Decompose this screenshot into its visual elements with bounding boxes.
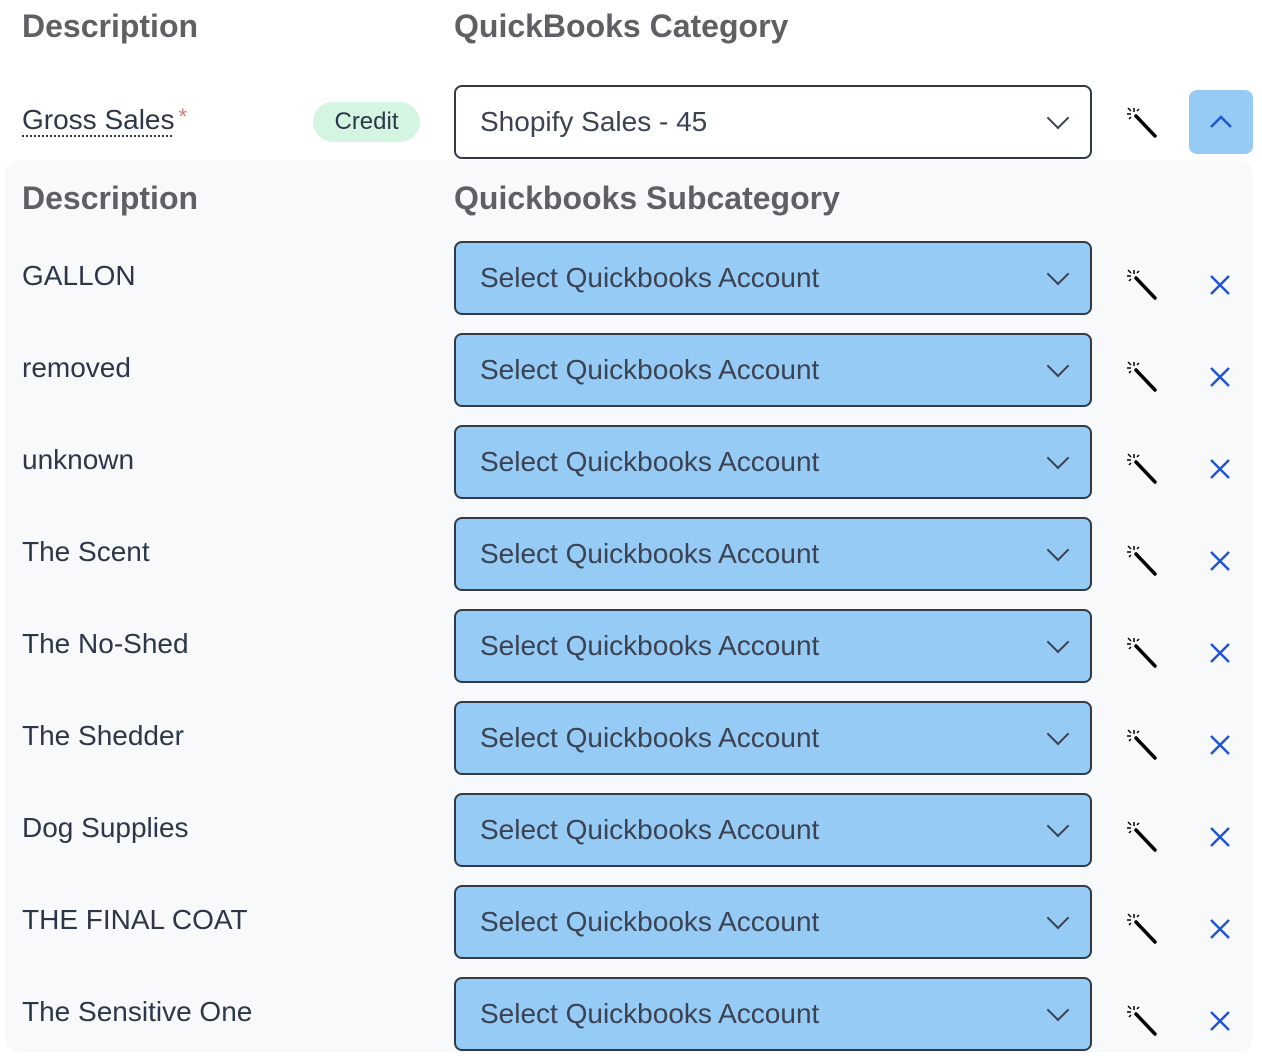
subcategory-row-label: removed (22, 352, 131, 383)
remove-icon[interactable] (1208, 825, 1232, 849)
magic-wand-icon[interactable] (1124, 1002, 1160, 1038)
magic-wand-icon[interactable] (1124, 726, 1160, 762)
subcategory-row-label: GALLON (22, 260, 136, 291)
chevron-down-icon (1046, 722, 1070, 746)
chevron-up-icon (1210, 115, 1232, 128)
subcategory-header: Quickbooks Subcategory (454, 180, 840, 216)
subcategory-select-value: Select Quickbooks Account (480, 446, 820, 477)
subcategory-row-label: unknown (22, 444, 135, 475)
subcategory-row-label: The Shedder (22, 720, 184, 751)
subcategory-select[interactable]: Select Quickbooks Account (454, 793, 1092, 867)
credit-badge: Credit (313, 102, 420, 142)
magic-wand-icon[interactable] (1124, 450, 1160, 486)
sub-description-header: Description (22, 180, 199, 216)
subcategory-select[interactable]: Select Quickbooks Account (454, 241, 1092, 315)
magic-wand-icon[interactable] (1124, 542, 1160, 578)
magic-wand-icon[interactable] (1124, 104, 1160, 140)
chevron-down-icon (1046, 814, 1070, 838)
subcategory-select[interactable]: Select Quickbooks Account (454, 701, 1092, 775)
subcategory-select[interactable]: Select Quickbooks Account (454, 333, 1092, 407)
required-mark: * (178, 104, 188, 129)
subcategory-row-label: THE FINAL COAT (22, 904, 248, 935)
subcategory-select-value: Select Quickbooks Account (480, 722, 820, 753)
chevron-down-icon (1046, 354, 1070, 378)
magic-wand-icon[interactable] (1124, 358, 1160, 394)
gross-sales-label: Gross Sales * (22, 104, 187, 136)
chevron-down-icon (1046, 630, 1070, 654)
magic-wand-icon[interactable] (1124, 266, 1160, 302)
magic-wand-icon[interactable] (1124, 818, 1160, 854)
chevron-down-icon (1046, 998, 1070, 1022)
subcategory-row-label: The Scent (22, 536, 150, 567)
magic-wand-icon[interactable] (1124, 910, 1160, 946)
subcategory-select-value: Select Quickbooks Account (480, 354, 820, 385)
remove-icon[interactable] (1208, 457, 1232, 481)
remove-icon[interactable] (1208, 1009, 1232, 1033)
remove-icon[interactable] (1208, 641, 1232, 665)
description-header: Description (22, 8, 199, 44)
remove-icon[interactable] (1208, 733, 1232, 757)
chevron-down-icon (1046, 538, 1070, 562)
subcategory-select-value: Select Quickbooks Account (480, 262, 820, 293)
subcategory-select[interactable]: Select Quickbooks Account (454, 517, 1092, 591)
subcategory-select-value: Select Quickbooks Account (480, 906, 820, 937)
subcategory-row-label: Dog Supplies (22, 812, 189, 843)
subcategory-select[interactable]: Select Quickbooks Account (454, 977, 1092, 1051)
subcategory-select[interactable]: Select Quickbooks Account (454, 425, 1092, 499)
subcategory-row-label: The No-Shed (22, 628, 189, 659)
remove-icon[interactable] (1208, 365, 1232, 389)
magic-wand-icon[interactable] (1124, 634, 1160, 670)
collapse-button[interactable] (1189, 90, 1253, 154)
remove-icon[interactable] (1208, 549, 1232, 573)
category-select-value: Shopify Sales - 45 (480, 106, 708, 137)
subcategory-row-label: The Sensitive One (22, 996, 253, 1027)
subcategory-select[interactable]: Select Quickbooks Account (454, 609, 1092, 683)
remove-icon[interactable] (1208, 273, 1232, 297)
subcategory-select-value: Select Quickbooks Account (480, 630, 820, 661)
chevron-down-icon (1046, 446, 1070, 470)
category-header: QuickBooks Category (454, 8, 789, 44)
chevron-down-icon (1046, 262, 1070, 286)
chevron-down-icon (1046, 906, 1070, 930)
subcategory-select-value: Select Quickbooks Account (480, 998, 820, 1029)
subcategory-select[interactable]: Select Quickbooks Account (454, 885, 1092, 959)
chevron-down-icon (1046, 106, 1070, 130)
category-select[interactable]: Shopify Sales - 45 (454, 85, 1092, 159)
subcategory-select-value: Select Quickbooks Account (480, 538, 820, 569)
gross-sales-text: Gross Sales (22, 104, 175, 135)
subcategory-select-value: Select Quickbooks Account (480, 814, 820, 845)
remove-icon[interactable] (1208, 917, 1232, 941)
